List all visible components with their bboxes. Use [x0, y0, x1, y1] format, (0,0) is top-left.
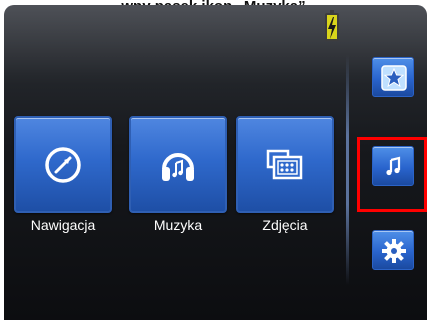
menu-item-nawigacja[interactable]: Nawigacja — [14, 116, 112, 233]
photo-folder-icon — [266, 149, 303, 180]
gear-icon — [382, 239, 406, 263]
headphones-icon — [162, 153, 194, 181]
tile-muzyka[interactable] — [129, 116, 227, 213]
sidebar-divider — [346, 55, 349, 285]
battery-charging-icon — [325, 10, 339, 41]
compass-icon — [45, 147, 81, 183]
tile-zdjecia[interactable] — [236, 116, 334, 213]
device-screen: Nawigacja Muzyka Zdjęcia — [4, 5, 427, 320]
menu-item-label: Muzyka — [153, 217, 203, 233]
favorites-button[interactable] — [372, 57, 414, 97]
menu-item-zdjecia[interactable]: Zdjęcia — [236, 116, 334, 233]
tile-nawigacja[interactable] — [14, 116, 112, 213]
menu-item-label: Nawigacja — [30, 217, 96, 233]
settings-button[interactable] — [372, 230, 414, 270]
menu-item-muzyka[interactable]: Muzyka — [129, 116, 227, 233]
highlight-frame — [357, 137, 427, 212]
star-icon — [381, 65, 407, 91]
menu-item-label: Zdjęcia — [262, 217, 308, 233]
